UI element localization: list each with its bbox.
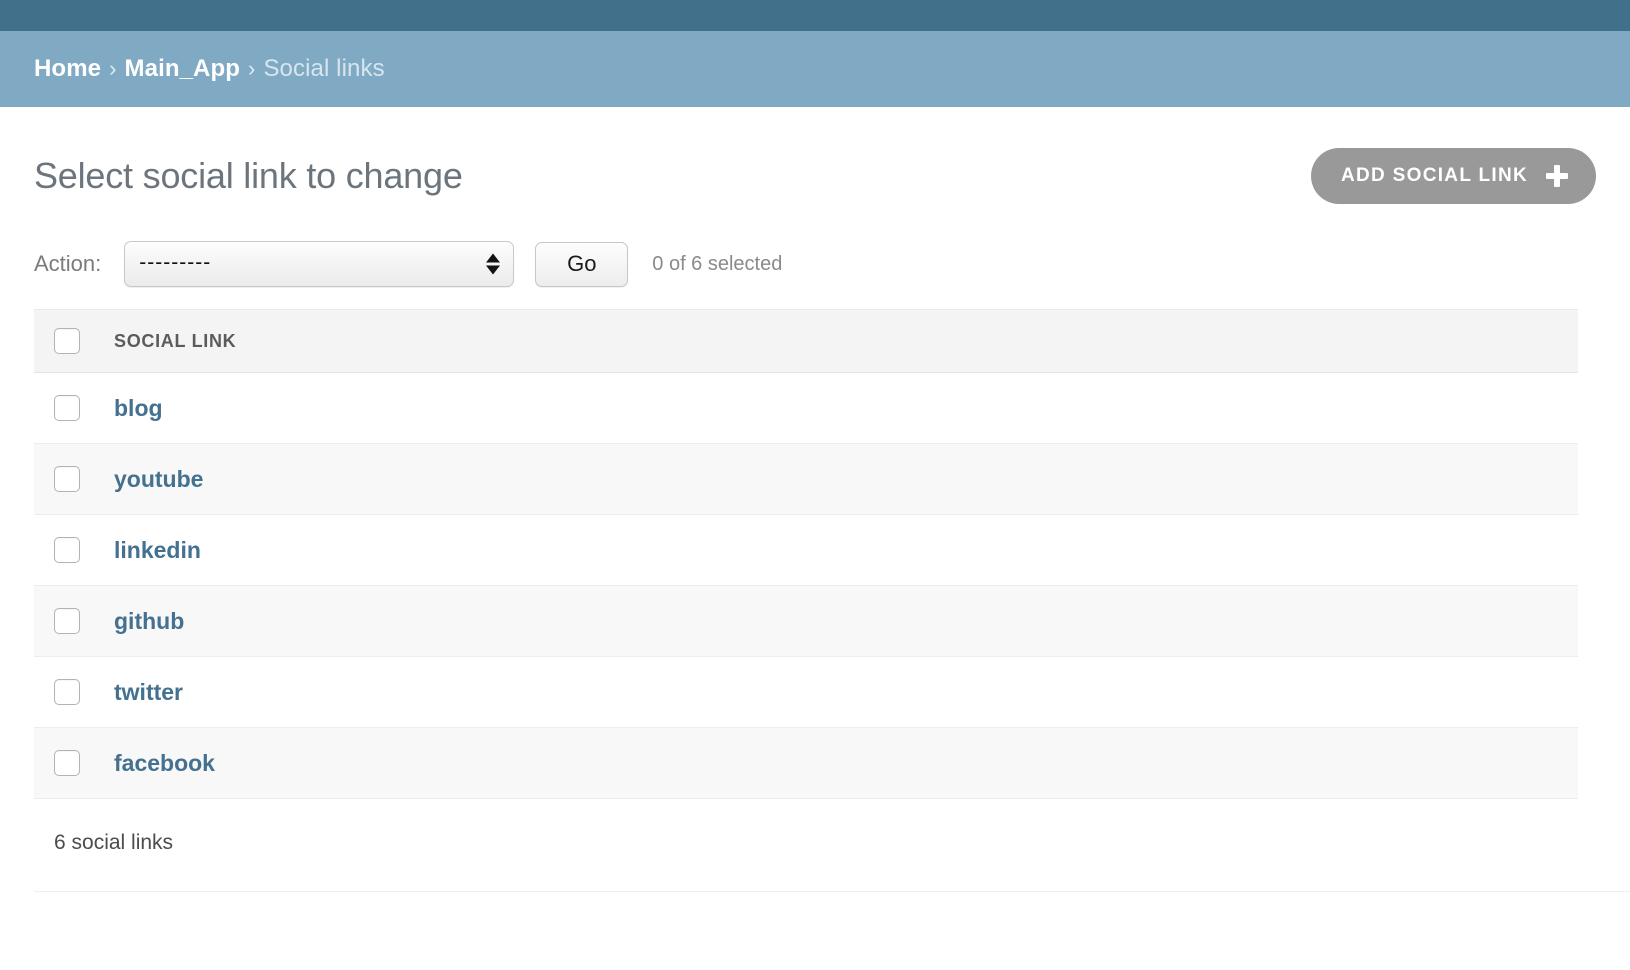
row-link-cell: twitter	[114, 656, 1578, 728]
row-link-cell: blog	[114, 372, 1578, 444]
table-row: twitter	[34, 656, 1578, 728]
breadcrumb: Home › Main_App › Social links	[0, 31, 1630, 107]
row-checkbox-cell	[34, 585, 114, 657]
results-table: SOCIAL LINK blog youtube linkedin github…	[34, 309, 1578, 799]
action-select-value: ---------	[139, 251, 212, 274]
social-link-youtube[interactable]: youtube	[114, 466, 203, 492]
select-all-checkbox[interactable]	[54, 328, 80, 354]
page-header-row: Select social link to change ADD SOCIAL …	[34, 107, 1596, 205]
social-link-linkedin[interactable]: linkedin	[114, 537, 201, 563]
table-body: blog youtube linkedin github twitter fac…	[34, 372, 1578, 799]
row-link-cell: github	[114, 585, 1578, 657]
social-link-twitter[interactable]: twitter	[114, 679, 183, 705]
row-checkbox[interactable]	[54, 395, 80, 421]
row-link-cell: facebook	[114, 727, 1578, 799]
table-head: SOCIAL LINK	[34, 309, 1578, 373]
row-checkbox-cell	[34, 514, 114, 586]
breadcrumb-separator-2: ›	[248, 56, 256, 81]
admin-topbar	[0, 0, 1630, 31]
column-header-label: SOCIAL LINK	[114, 330, 237, 351]
table-row: linkedin	[34, 514, 1578, 586]
social-link-github[interactable]: github	[114, 608, 184, 634]
breadcrumb-app-link[interactable]: Main_App	[125, 55, 240, 83]
table-row: github	[34, 585, 1578, 657]
page-title: Select social link to change	[34, 155, 463, 197]
chevron-updown-icon	[486, 253, 501, 275]
main-content: Select social link to change ADD SOCIAL …	[0, 107, 1630, 892]
select-all-header	[34, 309, 114, 373]
social-link-facebook[interactable]: facebook	[114, 750, 215, 776]
row-checkbox[interactable]	[54, 466, 80, 492]
breadcrumb-current: Social links	[263, 55, 385, 82]
row-link-cell: linkedin	[114, 514, 1578, 586]
table-row: blog	[34, 372, 1578, 444]
row-checkbox[interactable]	[54, 608, 80, 634]
row-checkbox-cell	[34, 656, 114, 728]
row-checkbox-cell	[34, 372, 114, 444]
add-social-link-label: ADD SOCIAL LINK	[1341, 165, 1528, 186]
row-checkbox-cell	[34, 727, 114, 799]
breadcrumb-home-link[interactable]: Home	[34, 55, 101, 83]
actions-toolbar: Action: --------- Go 0 of 6 selected	[34, 233, 1596, 295]
selection-counter: 0 of 6 selected	[652, 252, 783, 275]
table-header-row: SOCIAL LINK	[34, 309, 1578, 373]
add-social-link-button[interactable]: ADD SOCIAL LINK	[1311, 148, 1596, 204]
go-button[interactable]: Go	[535, 241, 629, 287]
breadcrumb-separator-1: ›	[109, 56, 117, 81]
plus-icon	[1546, 165, 1568, 187]
row-checkbox[interactable]	[54, 679, 80, 705]
row-checkbox-cell	[34, 443, 114, 515]
footer-divider	[34, 891, 1630, 892]
action-label: Action:	[34, 251, 102, 276]
action-select[interactable]: ---------	[124, 241, 515, 287]
column-header-social-link[interactable]: SOCIAL LINK	[114, 309, 1578, 373]
social-link-blog[interactable]: blog	[114, 395, 163, 421]
table-row: youtube	[34, 443, 1578, 515]
result-count: 6 social links	[54, 831, 174, 854]
table-row: facebook	[34, 727, 1578, 799]
row-checkbox[interactable]	[54, 750, 80, 776]
row-checkbox[interactable]	[54, 537, 80, 563]
row-link-cell: youtube	[114, 443, 1578, 515]
